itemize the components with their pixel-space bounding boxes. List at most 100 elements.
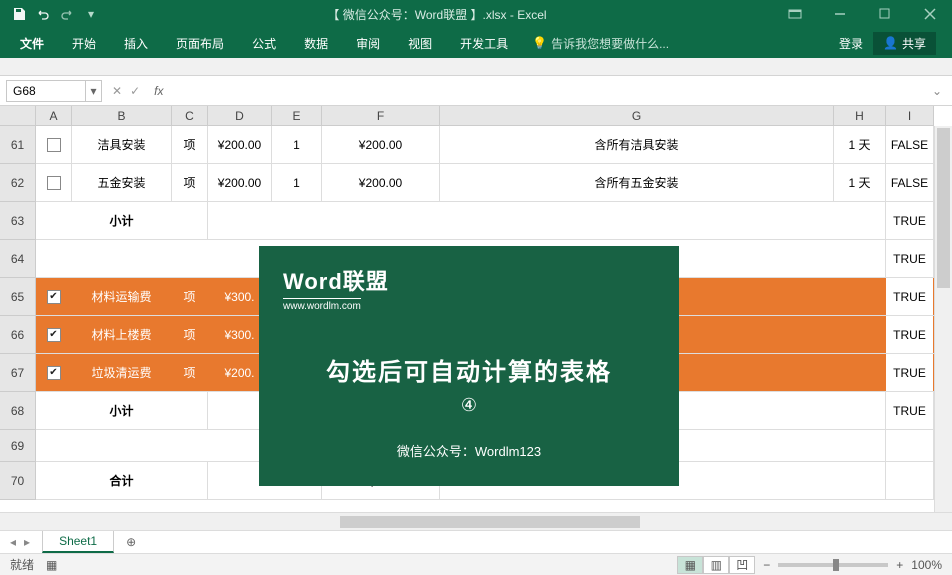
col-header-B[interactable]: B [72,106,172,125]
col-header-D[interactable]: D [208,106,272,125]
cell[interactable] [886,430,934,461]
checkbox[interactable]: ✔ [47,328,61,342]
cell[interactable]: TRUE [886,240,934,277]
col-header-G[interactable]: G [440,106,834,125]
ribbon-options-icon[interactable] [772,0,817,28]
zoom-out-icon[interactable]: − [763,558,770,572]
macro-record-icon[interactable]: ▦ [46,558,57,572]
sheet-tab-sheet1[interactable]: Sheet1 [42,531,114,553]
qat-customize-icon[interactable]: ▾ [80,3,102,25]
row-header-64[interactable]: 64 [0,240,35,278]
tab-insert[interactable]: 插入 [110,28,162,58]
cell[interactable]: TRUE [886,316,934,353]
cell[interactable]: 含所有五金安装 [440,164,834,201]
cell[interactable]: TRUE [886,278,934,315]
row-header-65[interactable]: 65 [0,278,35,316]
row-header-67[interactable]: 67 [0,354,35,392]
cell[interactable]: TRUE [886,202,934,239]
total-label[interactable]: 合计 [36,462,208,499]
cell[interactable]: ¥200.00 [322,126,440,163]
view-normal-icon[interactable]: ▦ [677,556,703,574]
tab-view[interactable]: 视图 [394,28,446,58]
cell[interactable] [886,462,934,499]
col-header-A[interactable]: A [36,106,72,125]
fx-label[interactable]: fx [150,84,167,98]
cell[interactable]: FALSE [886,164,934,201]
zoom-slider[interactable] [778,563,888,567]
save-icon[interactable] [8,3,30,25]
subtotal-label[interactable]: 小计 [36,202,208,239]
col-header-I[interactable]: I [886,106,934,125]
cell[interactable]: TRUE [886,392,934,429]
scroll-thumb[interactable] [340,516,640,528]
row-header-66[interactable]: 66 [0,316,35,354]
redo-icon[interactable] [56,3,78,25]
checkbox[interactable] [47,138,61,152]
row-header-70[interactable]: 70 [0,462,35,500]
cell[interactable]: 项 [172,354,208,391]
formula-bar-expand-icon[interactable]: ⌄ [928,84,946,98]
cell[interactable]: 1 [272,164,322,201]
cell[interactable]: 含所有洁具安装 [440,126,834,163]
login-link[interactable]: 登录 [839,35,863,52]
minimize-icon[interactable] [817,0,862,28]
formula-input[interactable] [173,80,922,102]
cell[interactable]: 五金安装 [72,164,172,201]
undo-icon[interactable] [32,3,54,25]
tab-data[interactable]: 数据 [290,28,342,58]
cell[interactable]: 材料上楼费 [72,316,172,353]
name-box[interactable]: ▾ [6,80,102,102]
subtotal-label[interactable]: 小计 [36,392,208,429]
vertical-scrollbar[interactable] [934,126,952,512]
col-header-H[interactable]: H [834,106,886,125]
view-page-break-icon[interactable]: 凹 [729,556,755,574]
cell[interactable]: 洁具安装 [72,126,172,163]
select-all-corner[interactable] [0,106,36,126]
zoom-in-icon[interactable]: + [896,558,903,572]
col-header-E[interactable]: E [272,106,322,125]
tab-formulas[interactable]: 公式 [238,28,290,58]
share-button[interactable]: 👤共享 [873,32,936,55]
col-header-C[interactable]: C [172,106,208,125]
cell[interactable]: ¥200.00 [208,164,272,201]
cell[interactable]: 1 天 [834,164,886,201]
maximize-icon[interactable] [862,0,907,28]
view-page-layout-icon[interactable]: ▥ [703,556,729,574]
tab-layout[interactable]: 页面布局 [162,28,238,58]
checkbox[interactable]: ✔ [47,290,61,304]
row-header-69[interactable]: 69 [0,430,35,462]
sheet-nav-next-icon[interactable]: ▸ [24,535,30,549]
scroll-thumb[interactable] [937,128,950,288]
cell[interactable] [208,202,886,239]
row-header-62[interactable]: 62 [0,164,35,202]
row-header-61[interactable]: 61 [0,126,35,164]
enter-icon[interactable]: ✓ [130,84,140,98]
zoom-level[interactable]: 100% [911,558,942,572]
cancel-icon[interactable]: ✕ [112,84,122,98]
name-box-dropdown-icon[interactable]: ▾ [85,81,101,101]
cell[interactable]: 1 [272,126,322,163]
name-box-input[interactable] [7,84,85,98]
cell[interactable]: ¥200.00 [208,126,272,163]
cell[interactable]: 材料运输费 [72,278,172,315]
cell[interactable]: 项 [172,164,208,201]
row-header-68[interactable]: 68 [0,392,35,430]
cell[interactable]: 1 天 [834,126,886,163]
checkbox[interactable]: ✔ [47,366,61,380]
cell[interactable]: 项 [172,126,208,163]
cell[interactable]: TRUE [886,354,934,391]
tab-developer[interactable]: 开发工具 [446,28,522,58]
close-icon[interactable] [907,0,952,28]
tab-review[interactable]: 审阅 [342,28,394,58]
new-sheet-icon[interactable]: ⊕ [120,531,142,553]
cell[interactable]: 项 [172,316,208,353]
row-header-63[interactable]: 63 [0,202,35,240]
horizontal-scrollbar[interactable] [0,512,952,530]
cell[interactable]: 项 [172,278,208,315]
sheet-nav-prev-icon[interactable]: ◂ [10,535,16,549]
cell[interactable]: ¥200.00 [322,164,440,201]
cell[interactable]: 垃圾清运费 [72,354,172,391]
tell-me-search[interactable]: 💡告诉我您想要做什么... [522,35,679,52]
tab-home[interactable]: 开始 [58,28,110,58]
col-header-F[interactable]: F [322,106,440,125]
